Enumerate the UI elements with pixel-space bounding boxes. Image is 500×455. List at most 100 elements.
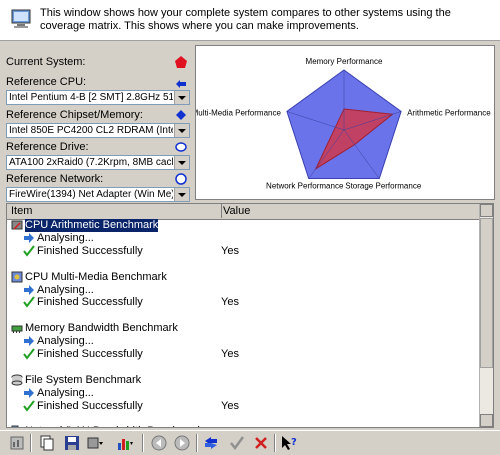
scroll-down-arrow[interactable] <box>480 414 493 427</box>
list-item[interactable]: Finished Successfully Yes <box>7 296 481 309</box>
network-label: Reference Network: <box>6 173 104 185</box>
list-item[interactable]: Finished Successfully Yes <box>7 348 481 361</box>
header-description: This window shows how your complete syst… <box>40 7 451 32</box>
chevron-down-icon[interactable] <box>174 188 189 201</box>
row-label: Finished Successfully <box>37 348 143 360</box>
list-item <box>7 258 481 271</box>
chipset-label-row: Reference Chipset/Memory: <box>6 109 190 123</box>
checkmark-icon <box>23 296 35 309</box>
benchmark-list[interactable]: Item Value CPU Arithmetic Benchmark Analy… <box>6 203 494 428</box>
column-header-value[interactable]: Value <box>221 204 250 218</box>
cpu-select[interactable]: Intel Pentium 4-B [2 SMT] 2.8GHz 512L2 <box>6 90 190 105</box>
bottom-toolbar: ? <box>0 430 500 455</box>
list-item[interactable]: Analysing... <box>7 335 481 348</box>
chipset-select-value: Intel 850E PC4200 CL2 RDRAM (Intel Penti… <box>9 125 173 136</box>
arrow-right-icon <box>24 232 34 243</box>
memory-benchmark-icon <box>11 325 23 334</box>
arrow-right-icon <box>24 284 34 295</box>
checkmark-icon <box>23 399 35 412</box>
chipset-label: Reference Chipset/Memory: <box>6 109 143 121</box>
multimedia-benchmark-icon <box>11 271 23 283</box>
scroll-thumb[interactable] <box>480 218 493 368</box>
list-item[interactable]: Finished Successfully Yes <box>7 400 481 413</box>
chevron-down-icon[interactable] <box>174 156 189 169</box>
row-label: Finished Successfully <box>37 244 143 257</box>
toolbar-separator <box>30 434 32 452</box>
list-item[interactable]: Analysing... <box>7 284 481 297</box>
options-icon[interactable] <box>86 434 104 452</box>
current-system-row: Current System: <box>6 56 190 70</box>
radar-svg: Memory Performance Arithmetic Performance… <box>192 57 492 191</box>
row-value: Yes <box>221 296 239 309</box>
chevron-down-icon[interactable] <box>174 91 189 104</box>
pentagon-marker-icon <box>175 56 187 68</box>
radar-axis-label: Storage Performance <box>345 182 422 191</box>
row-label: CPU Arithmetic Benchmark <box>25 219 159 232</box>
cpu-benchmark-icon <box>11 220 23 230</box>
cpu-reference-icon <box>176 80 186 88</box>
row-label: Analysing... <box>37 386 94 399</box>
row-label: Memory Bandwidth Benchmark <box>25 322 178 335</box>
list-item[interactable]: Finished Successfully Yes <box>7 245 481 258</box>
list-item[interactable]: Analysing... <box>7 232 481 245</box>
radar-axis-label: Memory Performance <box>306 57 383 66</box>
scroll-up-arrow[interactable] <box>480 204 493 217</box>
arrow-right-icon <box>24 336 34 347</box>
checkmark-icon <box>23 348 35 360</box>
chart-icon[interactable] <box>116 434 134 452</box>
drive-label-row: Reference Drive: <box>6 141 190 155</box>
chipset-select[interactable]: Intel 850E PC4200 CL2 RDRAM (Intel Penti… <box>6 123 190 138</box>
column-header-item[interactable]: Item <box>7 204 222 218</box>
report-icon[interactable] <box>8 434 26 452</box>
benchmark-group-row[interactable]: Network/LAN Bandwidth Benchmark <box>7 425 481 427</box>
refresh-icon[interactable] <box>202 434 220 452</box>
chevron-down-icon[interactable] <box>174 124 189 137</box>
current-system-label: Current System: <box>6 56 86 68</box>
network-benchmark-icon <box>11 425 19 427</box>
list-item[interactable]: Analysing... <box>7 387 481 400</box>
forward-icon[interactable] <box>173 434 191 452</box>
radar-axis-label: Arithmetic Performance <box>407 108 491 117</box>
vertical-scrollbar[interactable] <box>479 204 493 427</box>
toolbar-separator <box>196 434 198 452</box>
row-label: File System Benchmark <box>25 373 142 386</box>
row-label: Finished Successfully <box>37 296 143 309</box>
row-label: Analysing... <box>37 335 94 348</box>
benchmark-group-row[interactable]: CPU Arithmetic Benchmark <box>7 219 481 232</box>
row-label: Analysing... <box>37 283 94 296</box>
list-item <box>7 361 481 374</box>
row-label: CPU Multi-Media Benchmark <box>25 270 167 283</box>
drive-select[interactable]: ATA100 2xRaid0 (7.2Krpm, 8MB cache) 80GB <box>6 155 190 170</box>
back-icon[interactable] <box>150 434 168 452</box>
network-marker-icon <box>175 173 187 185</box>
cpu-label-row: Reference CPU: <box>6 76 190 90</box>
row-value: Yes <box>221 399 239 412</box>
copy-icon[interactable] <box>38 434 56 452</box>
toolbar-separator <box>142 434 144 452</box>
list-item <box>7 309 481 322</box>
row-value: Yes <box>221 244 239 257</box>
save-icon[interactable] <box>63 434 81 452</box>
cancel-icon[interactable] <box>252 434 270 452</box>
svg-text:?: ? <box>291 437 297 448</box>
benchmark-group-row[interactable]: Memory Bandwidth Benchmark <box>7 322 481 335</box>
ok-checkmark-icon[interactable] <box>228 434 246 452</box>
list-item <box>7 413 481 426</box>
coverage-radar-chart: Memory Performance Arithmetic Performance… <box>192 45 495 200</box>
drive-label: Reference Drive: <box>6 141 89 153</box>
benchmark-group-row[interactable]: File System Benchmark <box>7 374 481 387</box>
help-icon[interactable]: ? <box>280 434 298 452</box>
row-value: Yes <box>221 348 239 360</box>
drive-select-value: ATA100 2xRaid0 (7.2Krpm, 8MB cache) 80GB <box>9 157 173 168</box>
info-header: This window shows how your complete syst… <box>0 0 500 41</box>
cpu-label: Reference CPU: <box>6 76 87 88</box>
disk-marker-icon <box>175 142 187 152</box>
list-header: Item Value <box>7 204 481 220</box>
radar-axis-label: Multi-Media Performance <box>196 108 281 117</box>
network-select[interactable]: FireWire(1394) Net Adapter (Win Me) <box>6 187 190 202</box>
network-label-row: Reference Network: <box>6 173 190 187</box>
network-select-value: FireWire(1394) Net Adapter (Win Me) <box>9 189 173 200</box>
benchmark-group-row[interactable]: CPU Multi-Media Benchmark <box>7 271 481 284</box>
cpu-select-value: Intel Pentium 4-B [2 SMT] 2.8GHz 512L2 <box>9 92 173 103</box>
filesystem-benchmark-icon <box>11 374 23 386</box>
